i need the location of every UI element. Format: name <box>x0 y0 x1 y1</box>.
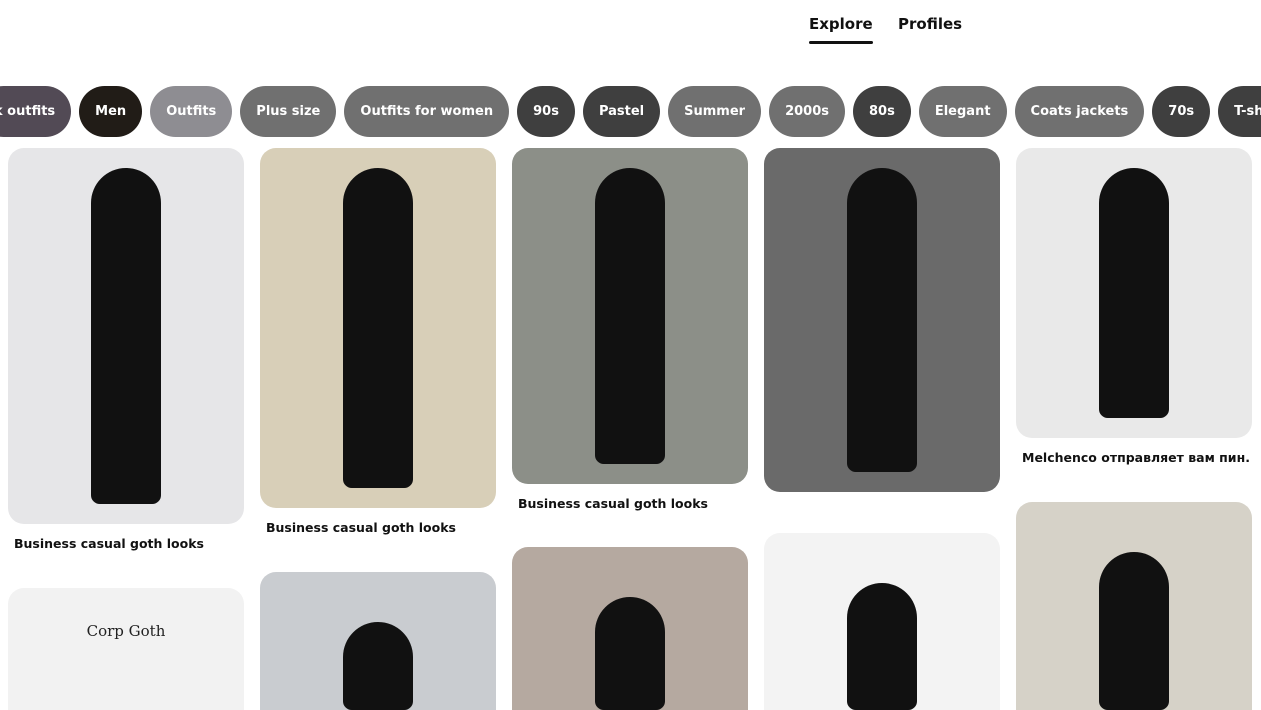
pin-card[interactable]: Business casual goth looks <box>260 148 496 535</box>
outfit-figure <box>1099 552 1169 710</box>
pin-caption: Melchenco отправляет вам пин. <box>1022 450 1250 465</box>
tab-explore[interactable]: Explore <box>809 15 873 44</box>
pin-image[interactable] <box>1016 148 1252 438</box>
tab-profiles[interactable]: Profiles <box>898 15 962 33</box>
pin-image[interactable] <box>512 148 748 484</box>
category-chip[interactable]: Outfits <box>150 86 233 137</box>
pin-card[interactable] <box>512 547 748 710</box>
pin-card[interactable]: Melchenco отправляет вам пин. <box>1016 148 1252 465</box>
pin-image[interactable] <box>764 148 1000 492</box>
pin-card[interactable] <box>764 533 1000 710</box>
pin-image[interactable] <box>260 572 496 710</box>
category-chip[interactable]: Outfits for women <box>344 86 510 137</box>
image-text: Corp Goth <box>86 622 166 640</box>
pin-card[interactable]: Corp Goth <box>8 588 244 710</box>
pin-card[interactable] <box>260 572 496 710</box>
category-chip[interactable]: Summer <box>668 86 762 137</box>
category-chip[interactable]: Men <box>79 86 143 137</box>
category-chip[interactable]: 80s <box>853 86 911 137</box>
pin-image[interactable]: Corp Goth <box>8 588 244 710</box>
category-chip[interactable]: k outfits <box>0 86 72 137</box>
category-chip[interactable]: 70s <box>1152 86 1211 137</box>
outfit-figure <box>595 168 665 464</box>
pin-card[interactable]: Business casual goth looks <box>8 148 244 551</box>
category-chip[interactable]: Elegant <box>918 86 1007 137</box>
category-chip[interactable]: T-shirts tank tops <box>1218 86 1261 137</box>
pin-card[interactable]: Business casual goth looks <box>512 148 748 511</box>
pin-image[interactable] <box>1016 502 1252 710</box>
category-chip-bar: k outfits Men Outfits Plus size Outfits for … <box>0 86 1261 137</box>
pin-caption: Business casual goth looks <box>266 520 456 535</box>
pin-image[interactable] <box>512 547 748 710</box>
pin-card[interactable] <box>764 148 1000 492</box>
category-chip-scroller[interactable]: k outfits Men Outfits Plus size Outfits for … <box>0 86 1261 137</box>
pin-caption: Business casual goth looks <box>14 536 204 551</box>
outfit-figure <box>343 622 413 710</box>
pin-image[interactable] <box>764 533 1000 710</box>
outfit-figure <box>847 583 917 710</box>
category-chip[interactable]: 90s <box>517 86 575 137</box>
outfit-figure <box>595 597 665 710</box>
category-chip[interactable]: Pastel <box>582 86 661 137</box>
pin-caption: Business casual goth looks <box>518 496 708 511</box>
category-chip[interactable]: Coats jackets <box>1014 86 1145 137</box>
pin-image[interactable] <box>8 148 244 524</box>
category-chip[interactable]: 2000s <box>769 86 845 137</box>
outfit-figure <box>343 168 413 488</box>
outfit-figure <box>1099 168 1169 418</box>
outfit-figure <box>847 168 917 472</box>
pin-card[interactable] <box>1016 502 1252 710</box>
outfit-figure <box>91 168 161 504</box>
pin-image[interactable] <box>260 148 496 508</box>
category-chip[interactable]: Plus size <box>240 86 337 137</box>
